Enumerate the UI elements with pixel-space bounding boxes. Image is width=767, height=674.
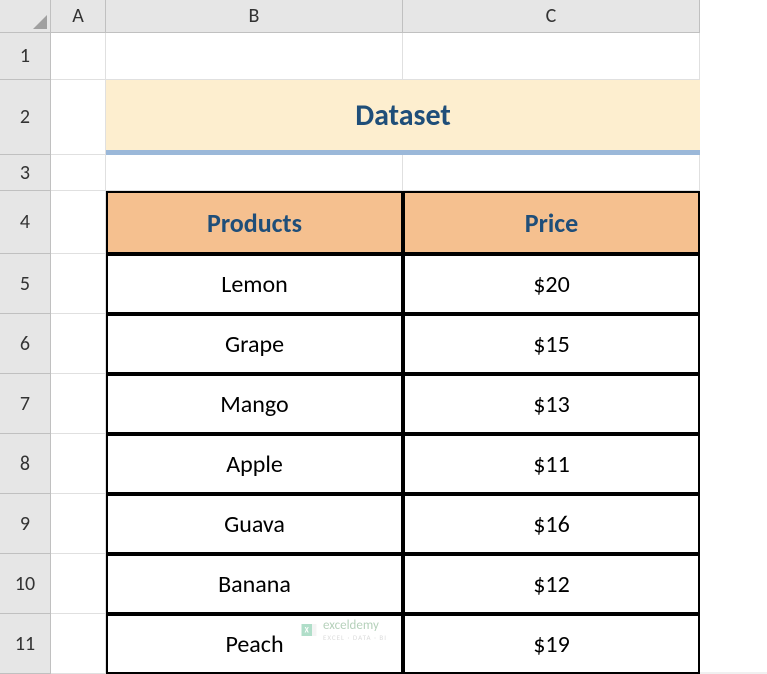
col-header-A[interactable]: A: [51, 0, 106, 33]
table-row[interactable]: $11: [403, 434, 700, 494]
watermark-tagline: EXCEL · DATA · BI: [323, 633, 387, 642]
row-header-5[interactable]: 5: [0, 254, 51, 314]
row-header-9[interactable]: 9: [0, 494, 51, 554]
cell-B3[interactable]: [106, 155, 403, 191]
cell-A4[interactable]: [51, 191, 106, 254]
table-row[interactable]: $13: [403, 374, 700, 434]
col-header-C[interactable]: C: [403, 0, 700, 33]
select-all-corner[interactable]: [0, 0, 51, 33]
row-header-11[interactable]: 11: [0, 614, 51, 674]
dataset-title[interactable]: Dataset: [106, 80, 700, 155]
cell-A9[interactable]: [51, 494, 106, 554]
cell-B1[interactable]: [106, 33, 403, 80]
table-row[interactable]: $15: [403, 314, 700, 374]
row-header-4[interactable]: 4: [0, 191, 51, 254]
cell-A2[interactable]: [51, 80, 106, 155]
cell-A3[interactable]: [51, 155, 106, 191]
table-row[interactable]: Grape: [106, 314, 403, 374]
table-row[interactable]: $12: [403, 554, 700, 614]
cell-C1[interactable]: [403, 33, 700, 80]
table-header-price[interactable]: Price: [403, 191, 700, 254]
cell-A11[interactable]: [51, 614, 106, 674]
watermark: X exceldemy EXCEL · DATA · BI: [300, 618, 387, 642]
col-header-B[interactable]: B: [106, 0, 403, 33]
table-row[interactable]: Mango: [106, 374, 403, 434]
cell-A6[interactable]: [51, 314, 106, 374]
cell-C3[interactable]: [403, 155, 700, 191]
row-header-7[interactable]: 7: [0, 374, 51, 434]
spreadsheet: A B C 1 2 3 4 5 6 7 8 9 10 11 Dataset: [0, 0, 767, 672]
table-row[interactable]: Lemon: [106, 254, 403, 314]
row-header-10[interactable]: 10: [0, 554, 51, 614]
row-header-2[interactable]: 2: [0, 80, 51, 155]
cell-A10[interactable]: [51, 554, 106, 614]
row-header-3[interactable]: 3: [0, 155, 51, 191]
column-headers: A B C: [51, 0, 700, 33]
cell-A7[interactable]: [51, 374, 106, 434]
table-row[interactable]: $16: [403, 494, 700, 554]
cell-grid: Dataset Products Price Lemon $20 Grape $…: [51, 33, 700, 674]
watermark-brand: exceldemy: [323, 618, 379, 633]
row-header-6[interactable]: 6: [0, 314, 51, 374]
cell-A5[interactable]: [51, 254, 106, 314]
row-header-8[interactable]: 8: [0, 434, 51, 494]
table-row[interactable]: Apple: [106, 434, 403, 494]
cell-A1[interactable]: [51, 33, 106, 80]
table-row[interactable]: Banana: [106, 554, 403, 614]
cell-A8[interactable]: [51, 434, 106, 494]
table-row[interactable]: $19: [403, 614, 700, 674]
table-row[interactable]: Guava: [106, 494, 403, 554]
row-headers: 1 2 3 4 5 6 7 8 9 10 11: [0, 33, 51, 674]
row-header-1[interactable]: 1: [0, 33, 51, 80]
table-row[interactable]: $20: [403, 254, 700, 314]
excel-icon: X: [300, 621, 318, 639]
table-header-products[interactable]: Products: [106, 191, 403, 254]
